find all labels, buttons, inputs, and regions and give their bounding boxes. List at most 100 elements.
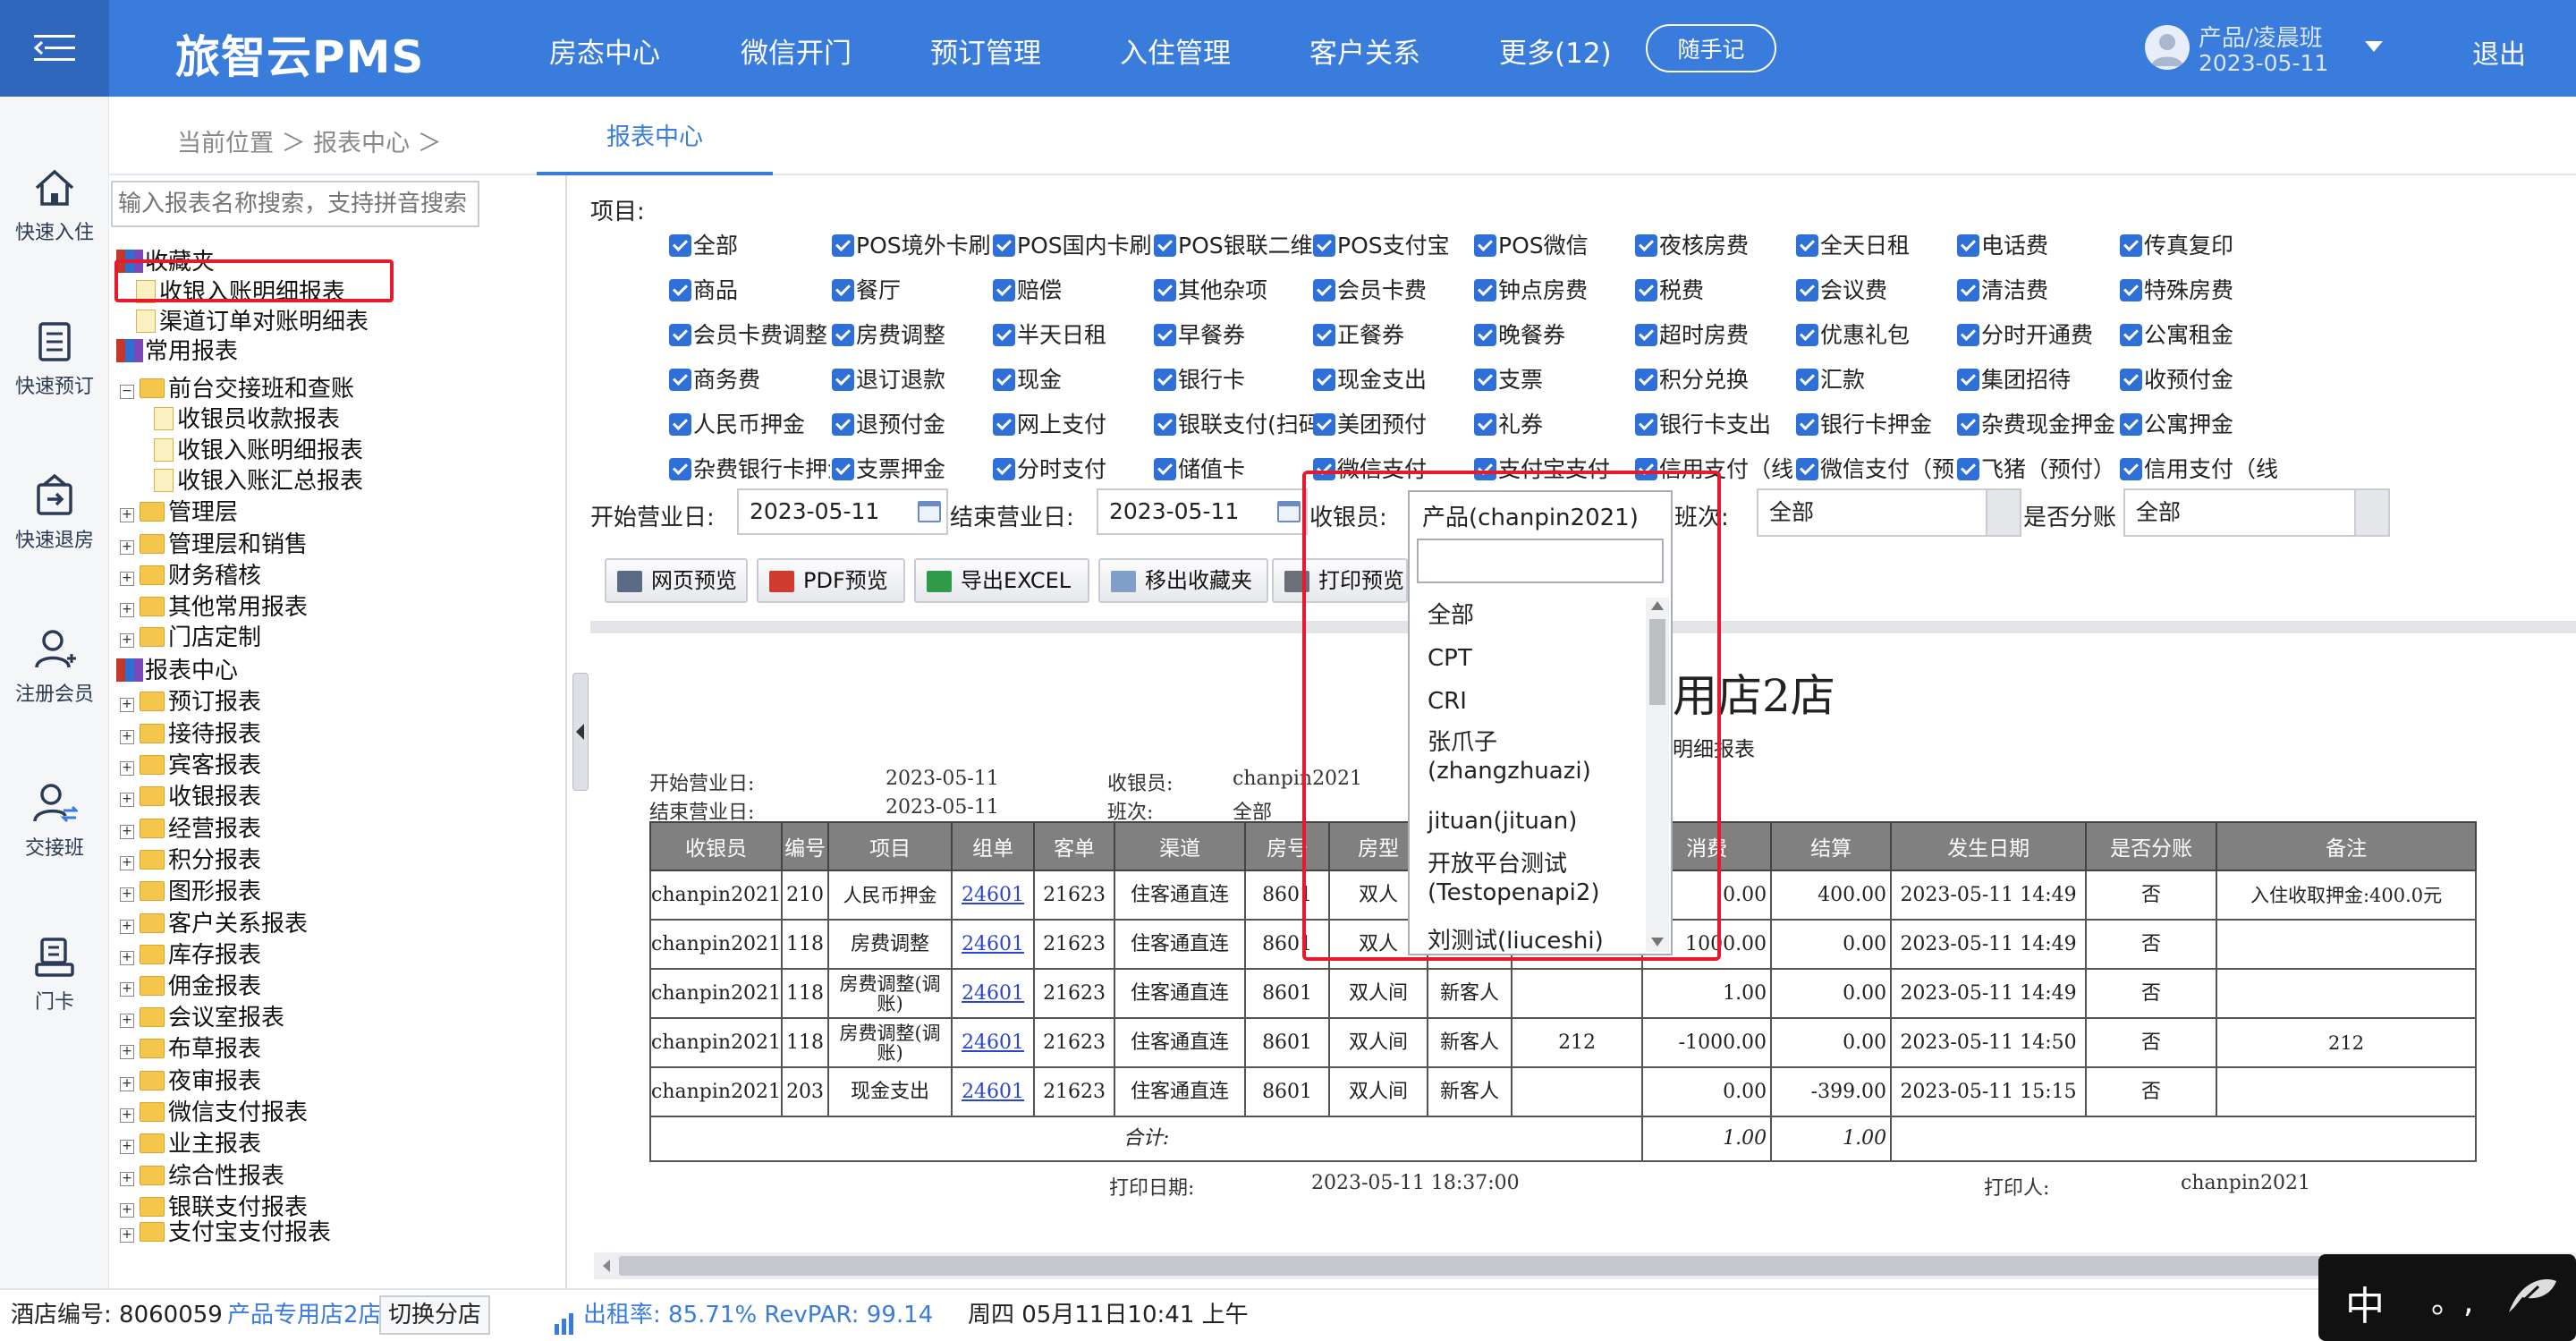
tree-node-group[interactable]: + 收银报表	[120, 782, 261, 813]
tree-node-group[interactable]: + 佣金报表	[120, 972, 261, 1003]
project-checkbox[interactable]: 杂费现金押金	[1957, 410, 2118, 440]
expand-icon[interactable]: +	[120, 1045, 134, 1059]
panel-collapse-handle[interactable]	[572, 673, 589, 791]
tree-node-group[interactable]: + 积分报表	[120, 845, 261, 877]
ime-punct-indicator[interactable]: 。,	[2431, 1276, 2473, 1322]
checkbox-checked-icon[interactable]	[1313, 279, 1335, 301]
checkbox-checked-icon[interactable]	[993, 324, 1015, 346]
checkbox-checked-icon[interactable]	[669, 369, 691, 391]
table-cell[interactable]: 24601	[951, 1017, 1036, 1068]
expand-icon[interactable]: +	[120, 793, 134, 807]
checkbox-checked-icon[interactable]	[2120, 324, 2142, 346]
checkbox-checked-icon[interactable]	[1474, 369, 1496, 391]
checkbox-checked-icon[interactable]	[2120, 458, 2142, 480]
project-checkbox[interactable]: 商品	[669, 276, 830, 306]
project-checkbox[interactable]: 夜核房费	[1635, 231, 1796, 261]
tree-node-group[interactable]: + 图形报表	[120, 877, 261, 908]
group-order-link[interactable]: 24601	[962, 1081, 1024, 1103]
checkbox-checked-icon[interactable]	[1474, 324, 1496, 346]
checkbox-checked-icon[interactable]	[1796, 413, 1818, 436]
checkbox-checked-icon[interactable]	[1635, 234, 1657, 257]
project-checkbox[interactable]: 清洁费	[1957, 276, 2118, 306]
tree-node-group[interactable]: + 宾客报表	[120, 751, 261, 782]
table-cell[interactable]: 24601	[951, 1066, 1036, 1117]
checkbox-checked-icon[interactable]	[1957, 324, 1979, 346]
checkbox-checked-icon[interactable]	[832, 458, 854, 480]
checkbox-checked-icon[interactable]	[1796, 324, 1818, 346]
tree-node-group[interactable]: + 布草报表	[120, 1034, 261, 1065]
avatar[interactable]	[2145, 25, 2190, 70]
project-checkbox[interactable]: 储值卡	[1154, 454, 1315, 485]
project-checkbox[interactable]: 微信支付（预	[1796, 454, 1957, 485]
checkbox-checked-icon[interactable]	[669, 279, 691, 301]
expand-icon[interactable]: +	[120, 761, 134, 776]
table-cell[interactable]: 24601	[951, 968, 1036, 1019]
project-checkbox[interactable]: 银行卡押金	[1796, 410, 1957, 440]
expand-icon[interactable]: +	[120, 1140, 134, 1154]
tree-node-group[interactable]: + 管理层和销售	[120, 530, 308, 561]
project-checkbox[interactable]: 会员卡费调整	[669, 320, 830, 351]
project-checkbox[interactable]: 全天日租	[1796, 231, 1957, 261]
project-checkbox[interactable]: 支票	[1474, 365, 1635, 395]
checkbox-checked-icon[interactable]	[993, 234, 1015, 257]
project-checkbox[interactable]: 飞猪（预付）	[1957, 454, 2118, 485]
project-checkbox[interactable]: 电话费	[1957, 231, 2118, 261]
checkbox-checked-icon[interactable]	[1957, 458, 1979, 480]
expand-icon[interactable]: +	[120, 1228, 134, 1243]
tree-node-report[interactable]: 收银员收款报表	[154, 404, 340, 436]
checkbox-checked-icon[interactable]	[1635, 279, 1657, 301]
nav-more[interactable]: 更多(12)	[1499, 30, 1612, 71]
checkbox-checked-icon[interactable]	[832, 279, 854, 301]
project-checkbox[interactable]: 晚餐券	[1474, 320, 1635, 351]
project-checkbox[interactable]: 公寓租金	[2120, 320, 2281, 351]
project-checkbox[interactable]: 传真复印	[2120, 231, 2281, 261]
expand-icon[interactable]: +	[120, 1077, 134, 1091]
user-menu-caret-icon[interactable]	[2365, 41, 2383, 52]
checkbox-checked-icon[interactable]	[1313, 234, 1335, 257]
checkbox-checked-icon[interactable]	[1154, 369, 1176, 391]
group-order-link[interactable]: 24601	[962, 982, 1024, 1005]
checkbox-checked-icon[interactable]	[1796, 369, 1818, 391]
project-checkbox[interactable]: 礼券	[1474, 410, 1635, 440]
checkbox-checked-icon[interactable]	[1796, 458, 1818, 480]
checkbox-checked-icon[interactable]	[993, 413, 1015, 436]
project-checkbox[interactable]: 银行卡	[1154, 365, 1315, 395]
checkbox-checked-icon[interactable]	[1154, 324, 1176, 346]
expand-icon[interactable]: +	[120, 572, 134, 586]
checkbox-checked-icon[interactable]	[1635, 324, 1657, 346]
scrollbar-thumb[interactable]	[619, 1256, 2551, 1276]
checkbox-checked-icon[interactable]	[832, 369, 854, 391]
checkbox-checked-icon[interactable]	[1957, 369, 1979, 391]
expand-icon[interactable]: +	[120, 603, 134, 617]
checkbox-checked-icon[interactable]	[1154, 234, 1176, 257]
tree-node-group[interactable]: + 夜审报表	[120, 1066, 261, 1098]
project-checkbox[interactable]: POS银联二维	[1154, 231, 1315, 261]
tree-node-group[interactable]: + 客户关系报表	[120, 909, 308, 940]
nav-reservation[interactable]: 预订管理	[930, 30, 1041, 71]
tree-node-group[interactable]: + 财务稽核	[120, 561, 261, 592]
expand-icon[interactable]: +	[120, 508, 134, 522]
project-checkbox[interactable]: 早餐券	[1154, 320, 1315, 351]
report-horizontal-scrollbar[interactable]	[594, 1252, 2576, 1279]
ime-settings-icon[interactable]	[2503, 1274, 2560, 1322]
project-checkbox[interactable]: 银行卡支出	[1635, 410, 1796, 440]
project-checkbox[interactable]: 全部	[669, 231, 830, 261]
expand-icon[interactable]: +	[120, 825, 134, 839]
checkbox-checked-icon[interactable]	[1957, 234, 1979, 257]
expand-icon[interactable]: +	[120, 633, 134, 648]
end-date-input[interactable]: 2023-05-11	[1097, 488, 1308, 535]
ime-mode-indicator[interactable]: 中	[2345, 1274, 2385, 1331]
web-preview-button[interactable]: 网页预览	[605, 558, 748, 603]
project-checkbox[interactable]: 会员卡费	[1313, 276, 1474, 306]
shift-select[interactable]: 全部	[1757, 488, 2021, 537]
expand-icon[interactable]: +	[120, 540, 134, 555]
shift-handover-button[interactable]: 交接班	[0, 780, 109, 861]
project-checkbox[interactable]: POS境外卡刷	[832, 231, 993, 261]
user-name[interactable]: 产品/凌晨班	[2199, 20, 2323, 53]
logout-link[interactable]: 退出	[2472, 32, 2526, 72]
tree-node-common-reports[interactable]: 常用报表	[116, 336, 238, 368]
project-checkbox[interactable]: 税费	[1635, 276, 1796, 306]
project-checkbox[interactable]: 商务费	[669, 365, 830, 395]
project-checkbox[interactable]: 收预付金	[2120, 365, 2281, 395]
project-checkbox[interactable]: 公寓押金	[2120, 410, 2281, 440]
